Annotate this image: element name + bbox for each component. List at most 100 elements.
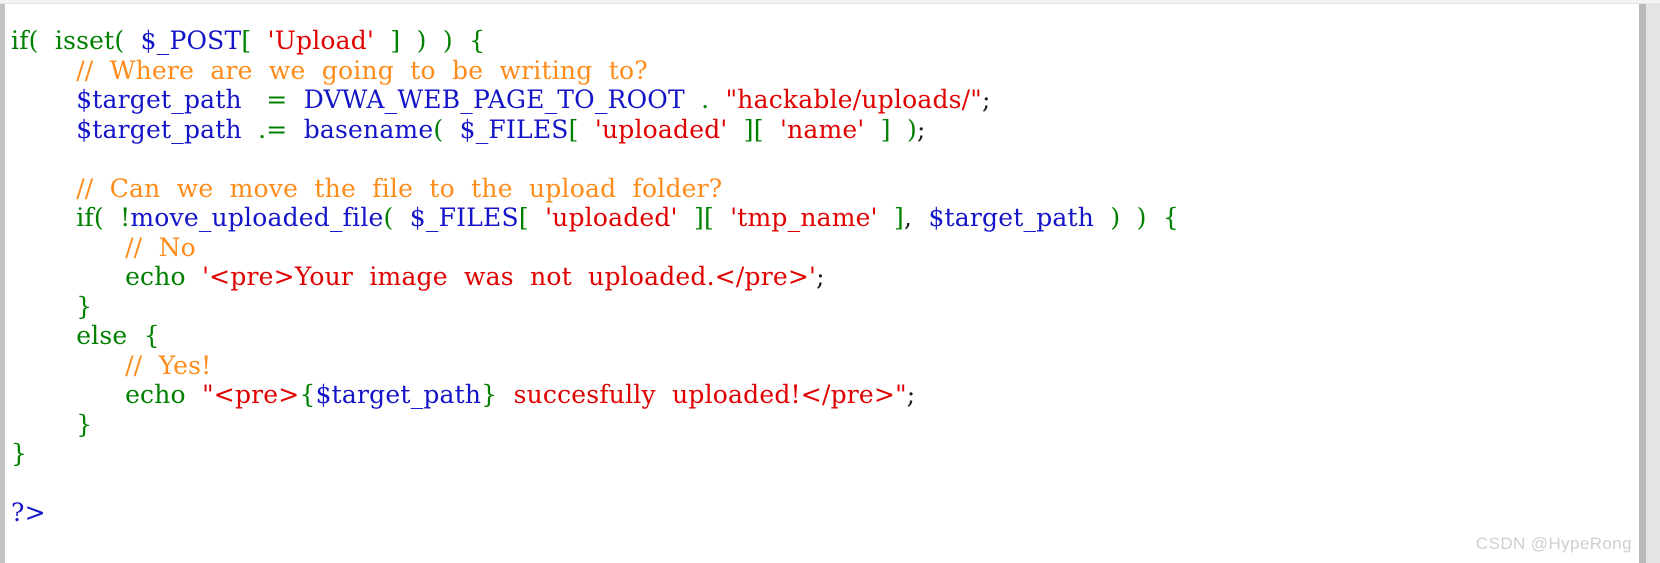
code-token-pun xyxy=(579,115,595,144)
code-token-pun: , xyxy=(903,203,913,232)
code-token-pun xyxy=(374,26,390,55)
code-token-pun xyxy=(764,115,780,144)
code-token-key: echo xyxy=(125,262,186,291)
code-token-str: 'tmp_name' xyxy=(730,203,878,232)
code-line: echo "<pre>{$target_path} succesfully up… xyxy=(11,380,1643,410)
code-token-key: if( xyxy=(76,203,104,232)
code-token-pun xyxy=(11,115,76,144)
code-token-var: $target_path xyxy=(76,114,242,144)
code-token-key: [ xyxy=(518,203,529,232)
code-token-pun xyxy=(453,26,469,55)
code-token-str: 'Upload' xyxy=(267,26,375,55)
code-token-key: { xyxy=(143,321,160,350)
code-token-key: isset( xyxy=(54,26,125,55)
code-token-str: "<pre> xyxy=(202,380,300,409)
code-token-key: ] xyxy=(894,203,904,232)
code-token-key: [ xyxy=(241,26,252,55)
code-token-pun xyxy=(714,203,730,232)
code-token-pun xyxy=(11,85,76,114)
code-token-pun xyxy=(11,203,76,232)
code-line: if( isset( $_POST[ 'Upload' ] ) ) { xyxy=(11,26,1643,56)
code-token-pun xyxy=(127,321,143,350)
code-line: } xyxy=(11,439,1643,469)
code-token-pun xyxy=(727,115,743,144)
code-token-pun xyxy=(529,203,545,232)
code-token-com: // Yes! xyxy=(125,350,212,380)
code-token-str: 'uploaded' xyxy=(545,203,678,232)
code-token-pun xyxy=(186,380,202,409)
csdn-watermark: CSDN @HypeRong xyxy=(1475,534,1632,553)
code-token-key: { xyxy=(469,26,486,55)
code-line: else { xyxy=(11,321,1643,351)
code-line: // Can we move the file to the upload fo… xyxy=(11,174,1643,204)
code-token-pun xyxy=(39,26,55,55)
code-line: // No xyxy=(11,233,1643,263)
code-token-var: $_FILES xyxy=(459,114,569,144)
code-token-pun xyxy=(287,115,303,144)
code-token-pun xyxy=(400,26,416,55)
code-token-var: $target_path xyxy=(76,85,242,114)
code-token-com: // Can we move the file to the upload fo… xyxy=(76,173,723,203)
code-token-pun xyxy=(11,262,125,291)
code-token-key: ( xyxy=(433,114,444,144)
code-token-pun xyxy=(1094,203,1110,232)
code-line: $target_path .= basename( $_FILES[ 'uplo… xyxy=(11,115,1643,145)
code-token-key: ) xyxy=(1136,203,1147,232)
code-token-key: echo xyxy=(125,380,186,409)
php-code-block: if( isset( $_POST[ 'Upload' ] ) ) { // W… xyxy=(5,4,1643,528)
code-token-var: $target_path xyxy=(315,380,482,409)
code-token-str: 'uploaded' xyxy=(594,114,728,144)
code-token-key: [ xyxy=(568,114,579,144)
code-token-str: "hackable/uploads/" xyxy=(725,85,982,114)
code-token-pun xyxy=(11,174,76,203)
code-token-key: } xyxy=(11,439,28,468)
code-token-pun xyxy=(11,292,76,321)
code-line: ?> xyxy=(11,498,1643,528)
code-token-pun xyxy=(1147,203,1163,232)
vertical-scrollbar-thumb[interactable] xyxy=(1639,4,1646,563)
code-token-key: .= xyxy=(258,114,288,144)
code-token-pun xyxy=(394,203,410,232)
code-token-str: 'name' xyxy=(780,114,865,144)
code-token-key: { xyxy=(299,380,316,409)
code-token-pun xyxy=(186,262,202,291)
code-token-key: } xyxy=(481,380,498,409)
code-token-key: ] xyxy=(880,114,891,144)
code-token-key: = xyxy=(266,85,288,114)
code-token-key: ][ xyxy=(693,203,714,232)
code-token-key: } xyxy=(76,409,93,439)
code-token-key: ( xyxy=(383,203,394,232)
code-token-pun xyxy=(427,26,443,55)
code-token-pun xyxy=(709,85,725,114)
code-token-pun xyxy=(104,203,120,232)
code-token-key: ) xyxy=(442,26,453,55)
code-token-pun xyxy=(891,115,907,144)
code-token-pun xyxy=(685,85,701,114)
code-line: // Yes! xyxy=(11,351,1643,381)
code-token-var: ?> xyxy=(11,498,46,527)
code-token-pun xyxy=(1120,203,1136,232)
code-token-key: ) xyxy=(416,26,427,55)
code-token-key: ) xyxy=(907,114,917,144)
code-scroll-area[interactable]: if( isset( $_POST[ 'Upload' ] ) ) { // W… xyxy=(5,4,1643,563)
code-token-pun xyxy=(878,203,894,232)
code-token-pun xyxy=(242,85,266,114)
code-token-com: // Where are we going to be writing to? xyxy=(76,55,648,85)
code-token-key: ] xyxy=(390,26,401,55)
code-token-str: succesfully uploaded!</pre>" xyxy=(497,380,907,409)
code-line: echo '<pre>Your image was not uploaded.<… xyxy=(11,262,1643,292)
code-token-key: } xyxy=(76,291,93,321)
code-token-pun xyxy=(443,115,459,144)
code-token-str: '<pre>Your image was not uploaded.</pre>… xyxy=(202,262,817,291)
code-line: } xyxy=(11,410,1643,440)
code-viewer: if( isset( $_POST[ 'Upload' ] ) ) { // W… xyxy=(0,0,1660,563)
code-token-key: else xyxy=(76,321,128,350)
code-line: $target_path = DVWA_WEB_PAGE_TO_ROOT . "… xyxy=(11,85,1643,115)
code-line: if( !move_uploaded_file( $_FILES[ 'uploa… xyxy=(11,203,1643,233)
code-token-var: DVWA_WEB_PAGE_TO_ROOT xyxy=(303,85,685,114)
code-token-pun xyxy=(287,85,303,114)
code-token-pun xyxy=(864,115,880,144)
code-token-pun: ; xyxy=(982,85,991,114)
